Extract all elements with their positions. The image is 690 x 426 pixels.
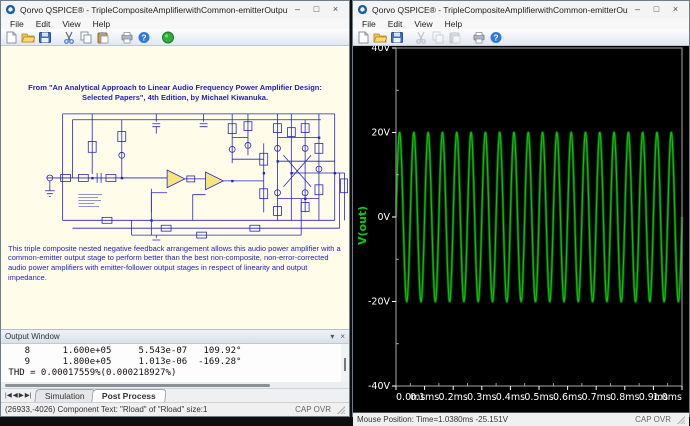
x-tick-label: 0.8ms (610, 392, 639, 403)
next-tab-icon[interactable]: ▶ (19, 391, 24, 400)
resize-grip[interactable] (337, 406, 345, 414)
y-tick-label: -20V (368, 297, 391, 308)
circuit-schematic-drawing (1, 104, 349, 242)
output-vertical-scrollbar[interactable] (341, 344, 349, 382)
copy-icon (431, 31, 445, 44)
tab-simulation[interactable]: Simulation (35, 389, 96, 402)
x-tick-label: 0.2ms (439, 392, 468, 403)
prev-tab-icon[interactable]: ◀ (13, 391, 18, 400)
output-line: THD = 0.00017559%(0.000218927%) (3, 368, 349, 379)
menu-edit[interactable]: Edit (31, 19, 56, 29)
print-icon[interactable] (120, 31, 134, 44)
save-icon[interactable] (390, 31, 404, 44)
y-tick-label: 40V (371, 46, 390, 54)
maximize-button[interactable]: □ (647, 2, 666, 17)
close-button[interactable]: × (326, 2, 345, 17)
menu-file[interactable]: File (5, 19, 29, 29)
cap-ovr-indicator: CAP OVR (635, 415, 671, 424)
open-file-icon[interactable] (373, 31, 387, 44)
status-text: (26933,-4026) Component Text: "Rload" of… (5, 405, 207, 414)
maximize-button[interactable]: □ (307, 2, 326, 17)
menu-bar: FileEditViewHelp (353, 18, 689, 29)
qspice-app-icon (5, 4, 16, 15)
new-file-icon[interactable] (356, 31, 370, 44)
y-axis-label-vout: V(out) (356, 206, 369, 245)
help-icon[interactable]: ? (137, 31, 151, 44)
svg-text:?: ? (493, 32, 498, 42)
new-file-icon[interactable] (4, 31, 18, 44)
x-tick-label: 0.1ms (410, 392, 439, 403)
output-window-text[interactable]: 8 1.600e+05 5.543e-07 109.92° 9 1.800e+0… (1, 344, 349, 382)
cut-icon[interactable] (62, 31, 76, 44)
menu-help[interactable]: Help (88, 19, 115, 29)
x-tick-label: 0.5ms (524, 392, 553, 403)
output-window-collapse-icon[interactable]: ▾ (330, 332, 334, 341)
output-window-close-icon[interactable]: × (340, 332, 345, 341)
toolbar: ? (353, 29, 689, 46)
y-tick-label: 20V (371, 128, 390, 139)
schematic-heading-line2: Selected Papers", 4th Edition, by Michae… (1, 93, 349, 103)
close-button[interactable]: × (666, 2, 685, 17)
menu-file[interactable]: File (357, 19, 381, 29)
waveform-plot[interactable]: 40V20V0V-20V-40V0.0ms0.1ms0.2ms0.3ms0.4m… (353, 46, 689, 407)
output-horizontal-scrollbar[interactable] (1, 382, 349, 388)
minimize-button[interactable]: – (288, 2, 307, 17)
window-title: Qorvo QSPICE® - TripleCompositeAmplifier… (372, 5, 628, 15)
menu-help[interactable]: Help (440, 19, 467, 29)
menu-bar: FileEditViewHelp (1, 18, 349, 29)
status-bar: (26933,-4026) Component Text: "Rload" of… (1, 402, 349, 416)
paste-icon[interactable] (96, 31, 110, 44)
minimize-button[interactable]: – (628, 2, 647, 17)
x-tick-label: 1.0ms (653, 392, 682, 403)
y-tick-label: 0V (377, 212, 390, 223)
paste-icon (448, 31, 462, 44)
menu-view[interactable]: View (409, 19, 437, 29)
run-simulation-icon[interactable] (161, 31, 175, 44)
output-window-titlebar[interactable]: Output Window ▾ × (1, 330, 349, 344)
output-window-panel: Output Window ▾ × 8 1.600e+05 5.543e-07 … (1, 329, 349, 388)
waveform-plot-area[interactable]: 40V20V0V-20V-40V0.0ms0.1ms0.2ms0.3ms0.4m… (353, 46, 689, 412)
menu-view[interactable]: View (57, 19, 85, 29)
schematic-canvas[interactable]: From "An Analytical Approach to Linear A… (1, 46, 349, 329)
print-icon[interactable] (472, 31, 486, 44)
tab-post-process[interactable]: Post Process (91, 389, 166, 402)
copy-icon[interactable] (79, 31, 93, 44)
menu-edit[interactable]: Edit (383, 19, 408, 29)
schematic-note: This triple composite nested negative fe… (1, 244, 349, 283)
window-title: Qorvo QSPICE® - TripleCompositeAmplifier… (20, 5, 288, 15)
cap-ovr-indicator: CAP OVR (295, 405, 331, 414)
save-icon[interactable] (38, 31, 52, 44)
last-tab-icon[interactable]: ▶| (25, 391, 32, 400)
x-tick-label: 0.3ms (467, 392, 496, 403)
y-tick-label: -40V (368, 381, 391, 392)
output-window-title: Output Window (5, 332, 60, 341)
x-tick-label: 0.7ms (582, 392, 611, 403)
schematic-heading: From "An Analytical Approach to Linear A… (1, 83, 349, 103)
output-line: 9 1.800e+05 1.013e-06 -169.28° (3, 357, 349, 368)
svg-text:?: ? (141, 32, 146, 42)
first-tab-icon[interactable]: |◀ (5, 391, 12, 400)
output-line: 8 1.600e+05 5.543e-07 109.92° (3, 346, 349, 357)
waveform-viewer-window: Qorvo QSPICE® - TripleCompositeAmplifier… (352, 0, 690, 417)
qspice-app-icon (357, 4, 368, 15)
cut-icon (414, 31, 428, 44)
mouse-position-text: Mouse Position: Time=1.0380ms -25.151V (357, 415, 508, 424)
x-tick-label: 0.4ms (496, 392, 525, 403)
schematic-editor-window: Qorvo QSPICE® - TripleCompositeAmplifier… (0, 0, 350, 417)
titlebar[interactable]: Qorvo QSPICE® - TripleCompositeAmplifier… (353, 1, 689, 18)
help-icon[interactable]: ? (489, 31, 503, 44)
schematic-heading-line1: From "An Analytical Approach to Linear A… (1, 83, 349, 93)
titlebar[interactable]: Qorvo QSPICE® - TripleCompositeAmplifier… (1, 1, 349, 18)
tab-nav-buttons[interactable]: |◀ ◀ ▶ ▶| (5, 391, 31, 400)
x-tick-label: 0.6ms (553, 392, 582, 403)
tab-bar: |◀ ◀ ▶ ▶| Simulation Post Process (1, 388, 349, 402)
toolbar: ? (1, 29, 349, 46)
open-file-icon[interactable] (21, 31, 35, 44)
status-bar: Mouse Position: Time=1.0380ms -25.151V C… (353, 412, 689, 426)
